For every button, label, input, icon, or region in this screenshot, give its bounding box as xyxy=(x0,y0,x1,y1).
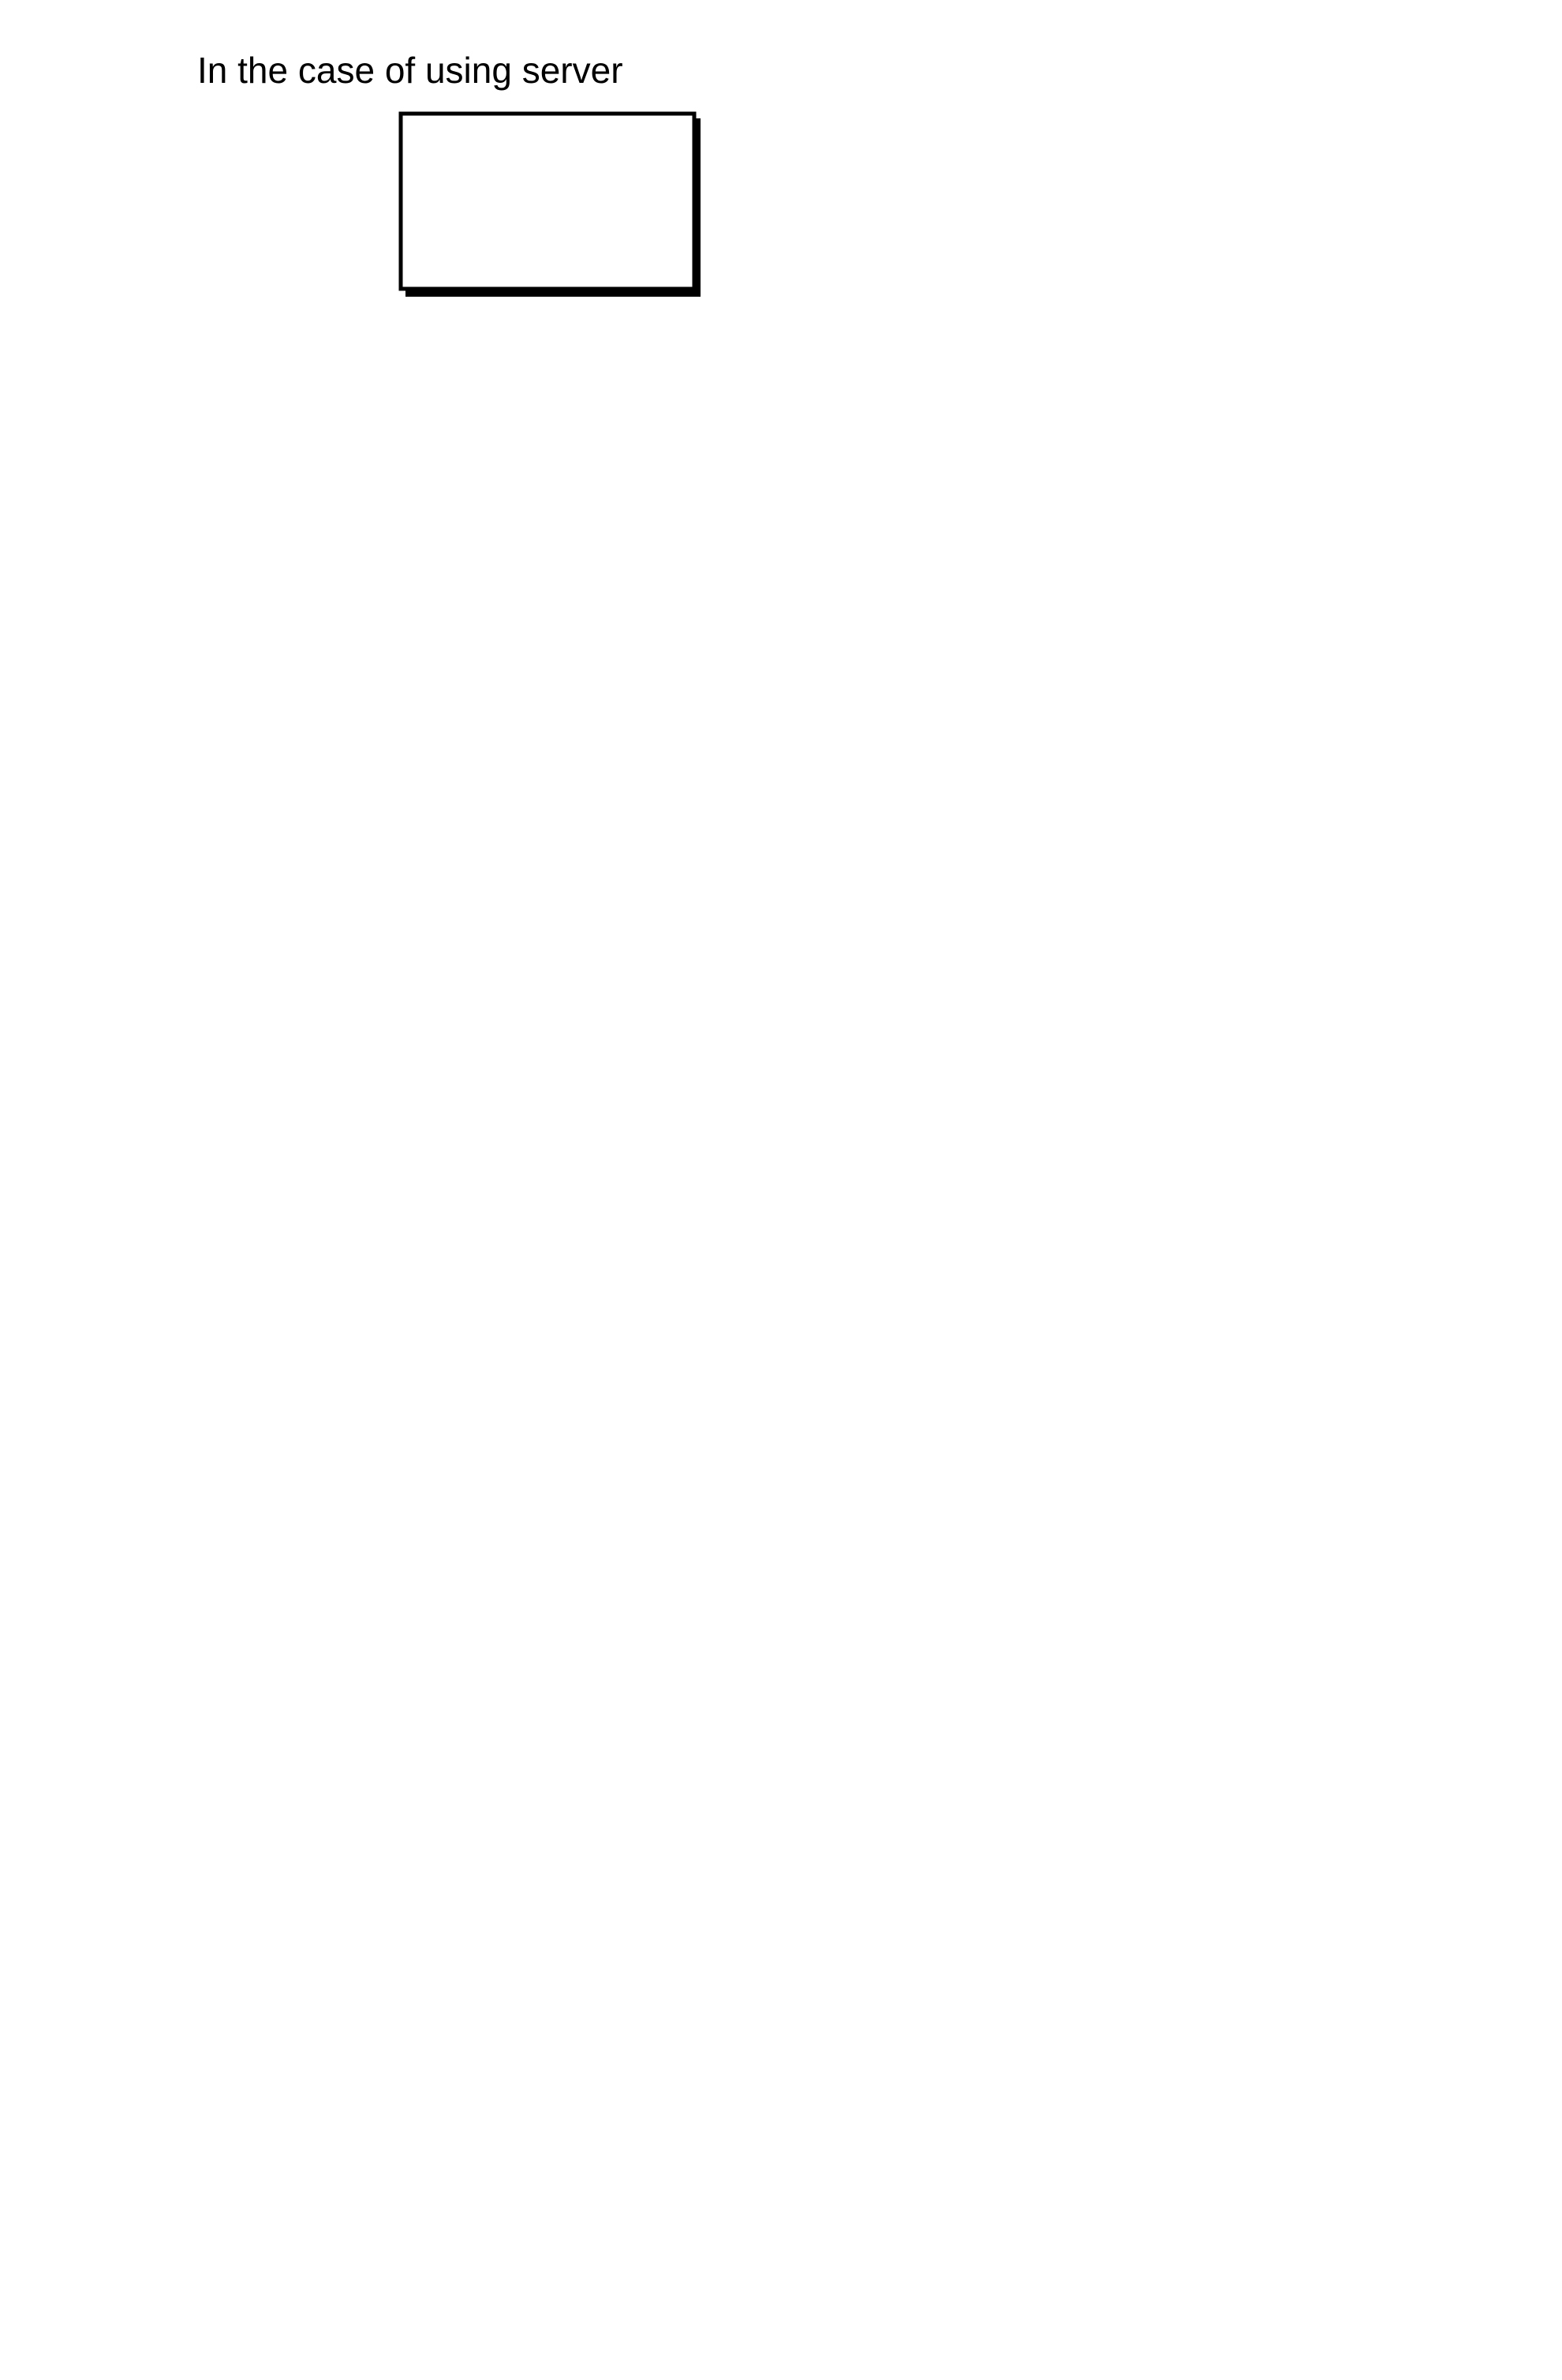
patent-figure-sheet: In the case of using server xyxy=(0,0,1562,2380)
fig2-title: In the case of using server xyxy=(197,50,623,91)
television-icon xyxy=(398,111,701,297)
